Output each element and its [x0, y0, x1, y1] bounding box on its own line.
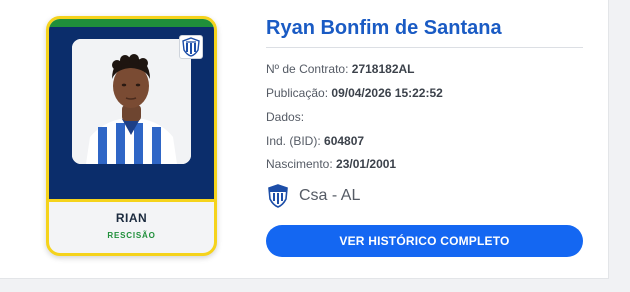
- player-photo: [72, 39, 191, 164]
- contract-label: Nº de Contrato:: [266, 62, 349, 76]
- card-top-stripe: [49, 19, 214, 27]
- data-label: Dados:: [266, 110, 305, 124]
- contract-value: 2718182AL: [351, 62, 415, 76]
- publication-value: 09/04/2026 15:22:52: [331, 86, 443, 100]
- player-card: RIAN RESCISÃO: [46, 16, 217, 256]
- bid-label: Ind. (BID):: [266, 134, 321, 148]
- csa-crest: [182, 37, 200, 57]
- view-full-history-button[interactable]: VER HISTÓRICO COMPLETO: [266, 225, 583, 257]
- player-registration-panel: RIAN RESCISÃO Ryan Bonfim de Santana Nº …: [0, 0, 609, 279]
- card-divider: [49, 199, 214, 202]
- club-row: Csa - AL: [267, 184, 360, 208]
- csa-badge-icon: [268, 184, 288, 208]
- data-row: Dados:: [266, 110, 304, 124]
- birth-value: 23/01/2001: [336, 157, 397, 171]
- contract-number-row: Nº de Contrato: 2718182AL: [266, 62, 415, 76]
- player-photo-drawing: [72, 39, 191, 164]
- player-full-name: Ryan Bonfim de Santana: [266, 17, 502, 39]
- club-name: Csa - AL: [299, 187, 361, 204]
- divider: [266, 47, 583, 48]
- player-nickname: RIAN: [115, 211, 148, 225]
- bid-value: 604807: [324, 134, 365, 148]
- csa-badge-icon: [179, 35, 203, 59]
- publication-label: Publicação:: [266, 86, 329, 100]
- bid-row: Ind. (BID): 604807: [266, 134, 364, 148]
- status-badge: RESCISÃO: [107, 231, 156, 240]
- publication-row: Publicação: 09/04/2026 15:22:52: [266, 86, 443, 100]
- birth-date-row: Nascimento: 23/01/2001: [266, 157, 396, 171]
- birth-label: Nascimento:: [266, 157, 333, 171]
